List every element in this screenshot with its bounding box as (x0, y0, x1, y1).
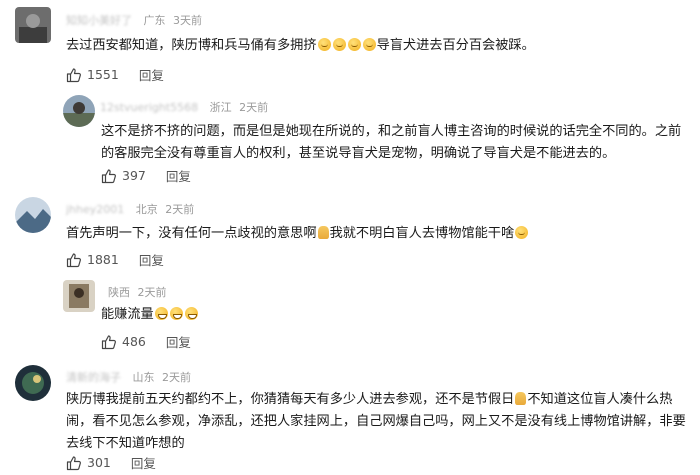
comment-actions: 486 回复 (101, 332, 191, 351)
pray-emoji-icon (515, 392, 527, 405)
username[interactable]: 知知小美好了 (66, 14, 132, 27)
comment-text: 去过西安都知道，陕历博和兵马俑有多拥挤 导盲犬进去百分百会被踩。 (66, 38, 535, 53)
reply-button[interactable]: 回复 (166, 166, 191, 185)
comment-1: 知知小美好了 广东 3天前 去过西安都知道，陕历博和兵马俑有多拥挤 导盲犬进去百分… (0, 0, 700, 90)
like-button[interactable]: 397 (101, 168, 146, 184)
comment-2-reply: 12stvueright5568 浙江 2天前 这不是挤不挤的问题，而是但是她现… (0, 90, 700, 190)
like-button[interactable]: 301 (66, 455, 111, 471)
like-count: 301 (87, 455, 111, 470)
sweat-smile-emoji-icon (317, 38, 331, 51)
comment-actions: 1551 回复 (66, 65, 164, 84)
timestamp: 2天前 (162, 371, 191, 384)
like-count: 486 (122, 334, 146, 349)
grin-emoji-icon (169, 307, 183, 320)
reply-button[interactable]: 回复 (131, 453, 156, 472)
thumbs-up-icon (101, 168, 116, 183)
location: 陕西 (108, 286, 130, 299)
sweat-smile-emoji-icon (362, 38, 376, 51)
comment-meta: 陕西 2天前 (100, 284, 167, 300)
reply-button[interactable]: 回复 (139, 250, 164, 269)
comment-meta: jhhey2001 北京 2天前 (66, 201, 194, 217)
comment-5: 清新的海子 山东 2天前 陕历博我提前五天约都约不上，你猜猜每天有多少人进去参观… (0, 355, 700, 475)
reply-button[interactable]: 回复 (166, 332, 191, 351)
like-button[interactable]: 1881 (66, 252, 119, 268)
timestamp: 2天前 (137, 286, 167, 299)
sweat-smile-emoji-icon (515, 226, 529, 239)
comment-text: 能赚流量 (101, 304, 693, 326)
grin-emoji-icon (184, 307, 198, 320)
comment-text: 这不是挤不挤的问题，而是但是她现在所说的，和之前盲人博主咨询的时候说的话完全不同… (101, 124, 682, 161)
username[interactable]: 清新的海子 (66, 371, 121, 384)
timestamp: 3天前 (173, 14, 202, 27)
comment-4-reply: 陕西 2天前 能赚流量 486 回复 (0, 275, 700, 355)
thumbs-up-icon (66, 67, 81, 82)
grin-emoji-icon (154, 307, 168, 320)
avatar[interactable] (63, 280, 95, 312)
comment-text: 陕历博我提前五天约都约不上，你猜猜每天有多少人进去参观，还不是节假日 不知道这位盲… (66, 392, 686, 451)
like-button[interactable]: 1551 (66, 67, 119, 83)
pray-emoji-icon (317, 226, 329, 239)
comment-meta: 知知小美好了 广东 3天前 (66, 12, 202, 28)
sweat-smile-emoji-icon (347, 38, 361, 51)
thumbs-up-icon (101, 334, 116, 349)
like-count: 1551 (87, 67, 119, 82)
avatar[interactable] (15, 7, 51, 43)
comment-actions: 397 回复 (101, 166, 191, 185)
avatar[interactable] (15, 197, 51, 233)
comment-actions: 301 回复 (66, 453, 156, 472)
like-count: 397 (122, 168, 146, 183)
timestamp: 2天前 (165, 203, 195, 216)
comment-text: 首先声明一下，没有任何一点歧视的意思啊 我就不明白盲人去博物馆能干啥 (66, 223, 686, 245)
location: 广东 (143, 14, 166, 27)
thumbs-up-icon (66, 252, 81, 267)
like-button[interactable]: 486 (101, 334, 146, 350)
avatar[interactable] (15, 365, 51, 401)
thumbs-up-icon (66, 455, 81, 470)
username[interactable]: jhhey2001 (66, 203, 124, 216)
reply-button[interactable]: 回复 (139, 65, 164, 84)
sweat-smile-emoji-icon (332, 38, 346, 51)
comment-actions: 1881 回复 (66, 250, 164, 269)
location: 山东 (132, 371, 155, 384)
location: 北京 (135, 203, 158, 216)
like-count: 1881 (87, 252, 119, 267)
comment-3: jhhey2001 北京 2天前 首先声明一下，没有任何一点歧视的意思啊 我就不明… (0, 190, 700, 275)
location: 浙江 (209, 101, 232, 114)
comment-meta: 清新的海子 山东 2天前 (66, 369, 191, 385)
avatar[interactable] (63, 95, 95, 127)
username[interactable]: 12stvueright5568 (100, 101, 198, 114)
timestamp: 2天前 (239, 101, 269, 114)
comment-meta: 12stvueright5568 浙江 2天前 (100, 99, 268, 115)
